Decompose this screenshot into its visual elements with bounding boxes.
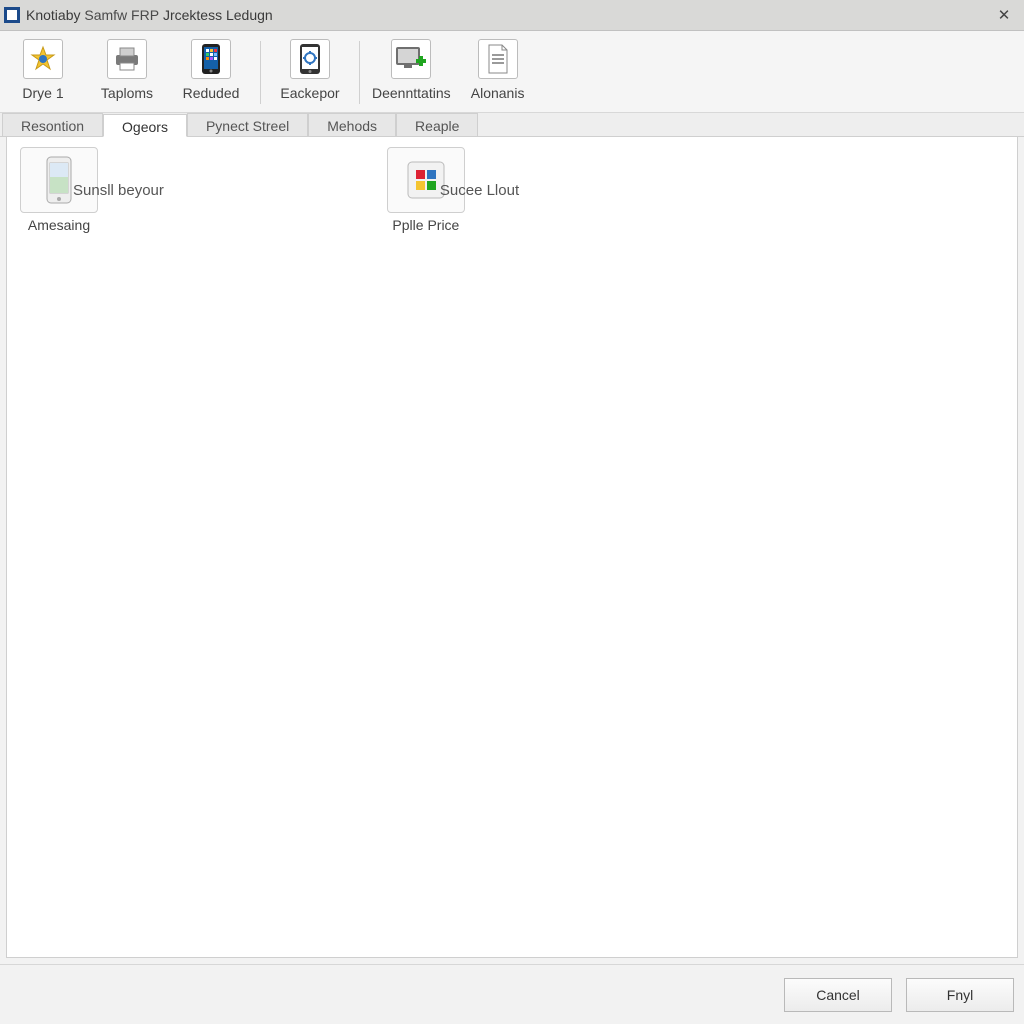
toolbar-label: Reduded [183, 85, 240, 101]
phone-photo-icon [20, 147, 98, 213]
card-label: Pplle Price [392, 217, 459, 233]
tab-resontion[interactable]: Resontion [2, 113, 103, 136]
card-group-pplle-price: Pplle Price Sucee Llout [384, 147, 519, 233]
card-label: Amesaing [28, 217, 90, 233]
tab-label: Reaple [415, 118, 459, 134]
tab-label: Resontion [21, 118, 84, 134]
close-button[interactable]: ✕ [988, 2, 1020, 28]
tab-ogeors[interactable]: Ogeors [103, 114, 187, 137]
footer-bar: Cancel Fnyl [0, 964, 1024, 1024]
toolbar-label: Deennttatins [372, 85, 451, 101]
toolbar-item-drye1[interactable]: Drye 1 [6, 35, 80, 112]
toolbar: Drye 1 Taploms Reduded [0, 31, 1024, 113]
finish-button[interactable]: Fnyl [906, 978, 1014, 1012]
close-icon: ✕ [998, 6, 1011, 24]
tab-reaple[interactable]: Reaple [396, 113, 478, 136]
title-middle: Samfw FRP [84, 7, 159, 23]
tab-pynect-streel[interactable]: Pynect Streel [187, 113, 308, 136]
toolbar-label: Drye 1 [22, 85, 63, 101]
tab-label: Mehods [327, 118, 377, 134]
smartphone-apps-icon [191, 39, 231, 79]
star-person-icon [23, 39, 63, 79]
button-label: Fnyl [947, 987, 973, 1003]
toolbar-separator [359, 41, 360, 104]
content-pane: Amesaing Sunsll beyour Pplle Price Sucee… [6, 137, 1018, 958]
toolbar-separator [260, 41, 261, 104]
toolbar-item-alonanis[interactable]: Alonanis [461, 35, 535, 112]
printer-icon [107, 39, 147, 79]
card-side-label: Sucee Llout [440, 182, 519, 199]
card-group-amesaing: Amesaing Sunsll beyour [17, 147, 164, 233]
tab-mehods[interactable]: Mehods [308, 113, 396, 136]
window-title: Knotiaby Samfw FRP Jrcektess Ledugn [26, 7, 273, 23]
toolbar-item-eackepor[interactable]: Eackepor [273, 35, 347, 112]
toolbar-label: Alonanis [471, 85, 525, 101]
grid-colors-icon [387, 147, 465, 213]
tab-label: Ogeors [122, 119, 168, 135]
button-label: Cancel [816, 987, 860, 1003]
toolbar-item-taploms[interactable]: Taploms [90, 35, 164, 112]
toolbar-item-deennttatins[interactable]: Deennttatins [372, 35, 451, 112]
title-suffix: Jrcektess Ledugn [163, 7, 273, 23]
monitor-plus-icon [391, 39, 431, 79]
document-icon [478, 39, 518, 79]
card-side-label: Sunsll beyour [73, 182, 164, 199]
toolbar-item-reduded[interactable]: Reduded [174, 35, 248, 112]
tab-bar: Resontion Ogeors Pynect Streel Mehods Re… [0, 113, 1024, 137]
app-icon [4, 7, 20, 23]
toolbar-label: Eackepor [280, 85, 339, 101]
toolbar-label: Taploms [101, 85, 153, 101]
tab-label: Pynect Streel [206, 118, 289, 134]
title-bar: Knotiaby Samfw FRP Jrcektess Ledugn ✕ [0, 0, 1024, 31]
tablet-gear-icon [290, 39, 330, 79]
cancel-button[interactable]: Cancel [784, 978, 892, 1012]
title-prefix: Knotiaby [26, 7, 80, 23]
